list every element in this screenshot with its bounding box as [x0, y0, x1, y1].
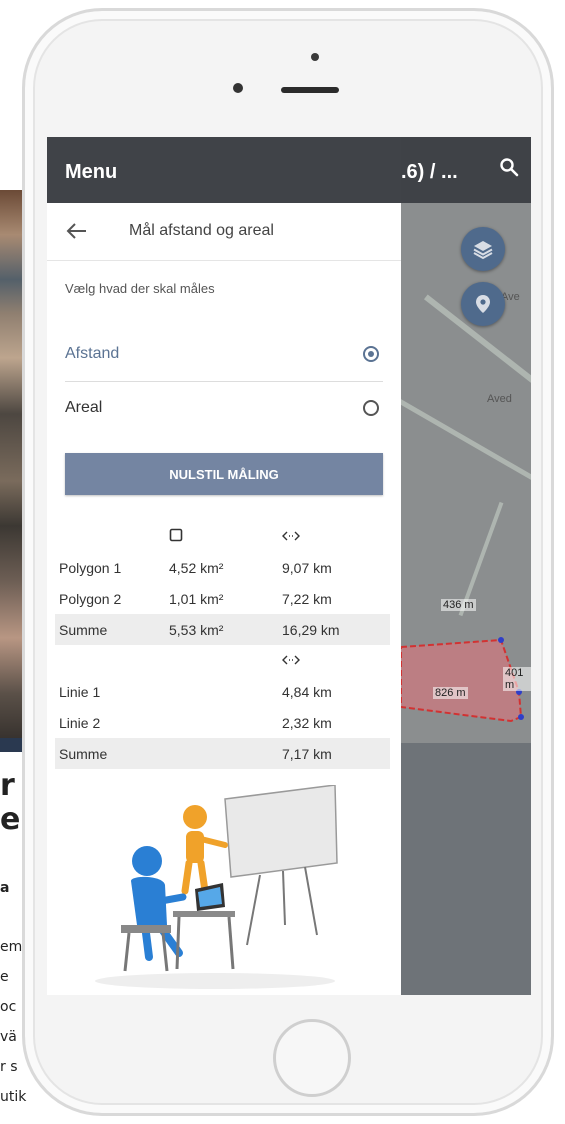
location-pin-icon: [476, 295, 490, 313]
phone-screen: Ave Aved 436 m 401 m 826 m .6) / ... Men…: [47, 137, 531, 995]
table-sum-row: Summe 5,53 km² 16,29 km: [55, 614, 390, 645]
nav-title: Mål afstand og areal: [129, 222, 274, 239]
background-text-line: r s: [0, 1059, 18, 1075]
table-sum-row: Summe 7,17 km: [55, 738, 390, 769]
measure-drawer: Menu Mål afstand og areal Vælg hvad der …: [47, 137, 401, 995]
measure-prompt: Vælg hvad der skal måles: [65, 281, 215, 296]
measurement-label: 826 m: [433, 687, 468, 699]
map-place-label: Aved: [487, 393, 512, 405]
row-length: 7,17 km: [282, 745, 332, 762]
map-top-bar: .6) / ...: [401, 137, 531, 203]
row-length: 2,32 km: [282, 714, 332, 731]
table-row: Polygon 2 1,01 km² 7,22 km: [55, 583, 390, 614]
divider: [65, 381, 383, 382]
row-name: Polygon 1: [59, 559, 122, 576]
row-name: Summe: [59, 621, 108, 638]
row-name: Linie 1: [59, 683, 101, 700]
distance-arrows-icon: [282, 531, 300, 540]
background-subheading: a: [0, 880, 10, 896]
line-measurement-table: Linie 1 4,84 km Linie 2 2,32 km Summe 7,…: [55, 645, 390, 769]
measurement-label: 436 m: [441, 599, 476, 611]
background-text-line: em: [0, 939, 23, 955]
radio-selected-icon[interactable]: [363, 346, 379, 362]
row-length: 4,84 km: [282, 683, 332, 700]
row-name: Polygon 2: [59, 590, 122, 607]
option-distance-label: Afstand: [65, 345, 120, 362]
row-length: 9,07 km: [282, 559, 332, 576]
speaker-grille: [281, 87, 339, 93]
table-row: Polygon 1 4,52 km² 9,07 km: [55, 552, 390, 583]
measurement-label: 401 m: [503, 667, 531, 691]
row-area: 4,52 km²: [169, 559, 224, 576]
layers-button[interactable]: [461, 227, 505, 271]
background-text-line: e: [0, 969, 9, 985]
distance-arrows-icon: [282, 655, 300, 664]
layers-icon: [473, 241, 493, 260]
row-length: 16,29 km: [282, 621, 340, 638]
home-button[interactable]: [273, 1019, 351, 1097]
map-title-fragment: .6) / ...: [401, 161, 458, 183]
table-row: Linie 1 4,84 km: [55, 676, 390, 707]
option-area[interactable]: Areal: [65, 385, 383, 435]
option-distance[interactable]: Afstand: [65, 331, 383, 381]
background-text-line: utik: [0, 1089, 27, 1105]
drawer-nav-bar: Mål afstand og areal: [47, 203, 401, 261]
background-heading-1: r: [0, 768, 15, 803]
table-header-row: [55, 645, 390, 676]
row-area: 5,53 km²: [169, 621, 224, 638]
map-water: [401, 743, 531, 995]
row-length: 7,22 km: [282, 590, 332, 607]
camera-icon: [311, 53, 319, 61]
option-area-label: Areal: [65, 399, 103, 416]
table-row: Linie 2 2,32 km: [55, 707, 390, 738]
row-area: 1,01 km²: [169, 590, 224, 607]
reset-measurement-button[interactable]: NULSTIL MÅLING: [65, 453, 383, 495]
radio-unselected-icon[interactable]: [363, 400, 379, 416]
drawer-title: Menu: [65, 161, 118, 183]
location-button[interactable]: [461, 282, 505, 326]
square-area-icon: [169, 528, 183, 542]
row-name: Summe: [59, 745, 108, 762]
drawer-header: Menu: [47, 137, 401, 203]
search-icon[interactable]: [499, 157, 519, 177]
map-view[interactable]: Ave Aved 436 m 401 m 826 m .6) / ...: [401, 137, 531, 995]
back-arrow-icon[interactable]: [65, 219, 89, 243]
background-text-line: vä: [0, 1029, 17, 1045]
front-camera-icon: [233, 83, 243, 93]
presentation-illustration: [95, 785, 338, 989]
row-name: Linie 2: [59, 714, 101, 731]
background-heading-2: e: [0, 802, 21, 837]
background-text-line: oc: [0, 999, 17, 1015]
table-header-row: [55, 521, 390, 552]
polygon-measurement-table: Polygon 1 4,52 km² 9,07 km Polygon 2 1,0…: [55, 521, 390, 645]
